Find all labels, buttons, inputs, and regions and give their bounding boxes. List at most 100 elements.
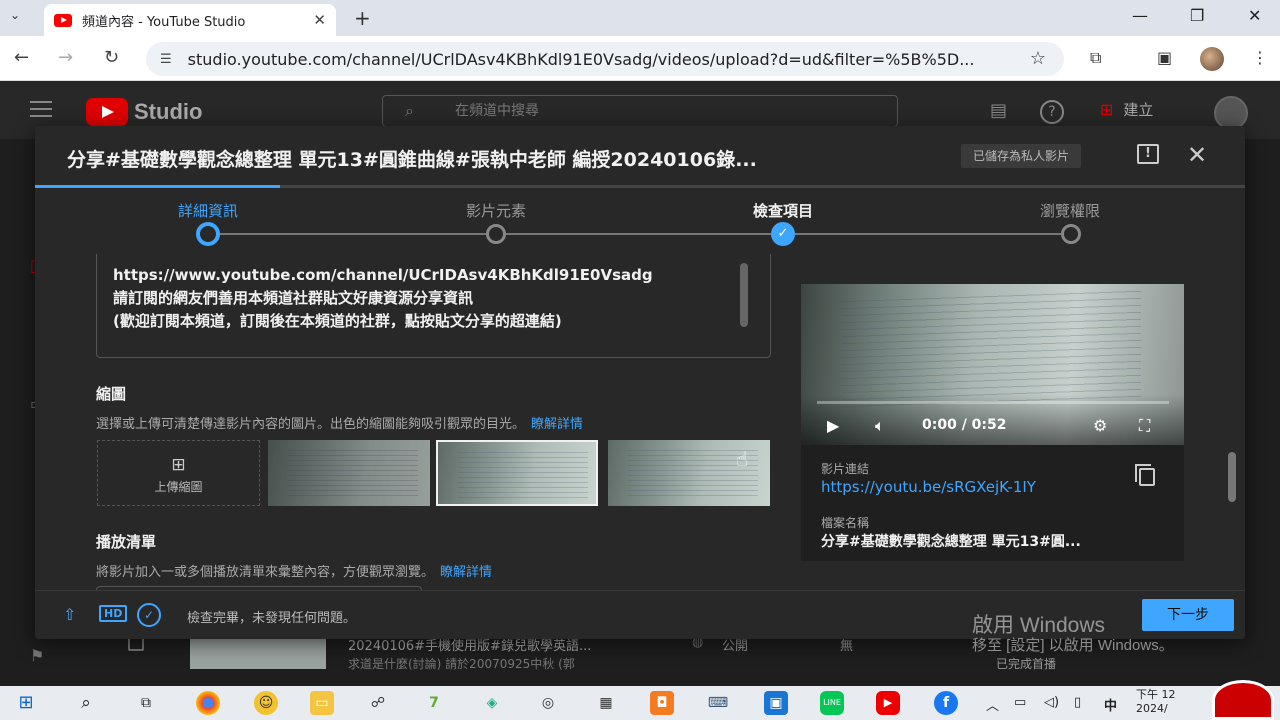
app-photos-icon[interactable]: ▦ — [594, 691, 618, 715]
dialog-scrollbar[interactable] — [1228, 452, 1236, 502]
video-progress-bar[interactable] — [817, 401, 1169, 404]
playlist-learn-more-link[interactable]: 瞭解詳情 — [440, 565, 492, 580]
thumbnail-option-2-selected[interactable] — [436, 440, 598, 506]
feedback-icon[interactable]: ! — [1137, 144, 1159, 164]
app-7zip-icon[interactable]: 7 — [422, 691, 446, 715]
step-visibility-dot[interactable] — [1061, 224, 1081, 244]
volume-icon[interactable]: 🔈︎ — [875, 416, 885, 436]
line-app-icon[interactable]: LINE — [820, 691, 844, 715]
step-checks-done-icon[interactable]: ✓ — [771, 222, 795, 246]
thumbnail-section-subtitle: 選擇或上傳可清楚傳達影片內容的圖片。出色的縮圖能夠吸引觀眾的目光。 瞭解詳情 — [96, 413, 583, 432]
create-label: 建立 — [1123, 101, 1154, 119]
channel-search-input[interactable]: ⌕ 在頻道中搜尋 — [382, 95, 898, 127]
playlist-section-title: 播放清單 — [96, 533, 157, 551]
forward-icon[interactable]: → — [58, 47, 73, 68]
browser-toolbar: ← → ↻ ☰ studio.youtube.com/channel/UCrlD… — [0, 36, 1280, 81]
dialog-title: 分享#基礎數學觀念總整理 單元13#圓錐曲線#張執中老師 編授20240106錄… — [67, 149, 757, 171]
create-button[interactable]: ⊞ 建立 — [1100, 99, 1153, 120]
facebook-taskbar-icon[interactable]: f — [934, 691, 958, 715]
channel-avatar[interactable] — [1214, 96, 1248, 130]
tab-search-chevron-icon[interactable]: ⌄ — [10, 8, 20, 22]
fullscreen-icon[interactable]: ⛶ — [1139, 416, 1150, 436]
step-video-elements-dot[interactable] — [486, 224, 506, 244]
comments-icon[interactable]: ▤ — [990, 100, 1007, 121]
browser-menu-icon[interactable]: ⋮ — [1252, 48, 1268, 67]
playlist-subtitle-text: 將影片加入一或多個播放清單來彙整內容，方便觀眾瀏覽。 — [96, 565, 435, 580]
youtube-favicon-icon — [54, 13, 72, 27]
step-visibility[interactable]: 瀏覽權限 — [1000, 200, 1140, 221]
upload-dialog: 分享#基礎數學觀念總整理 單元13#圓錐曲線#張執中老師 編授20240106錄… — [35, 126, 1245, 639]
saved-private-badge: 已儲存為私人影片 — [961, 144, 1082, 168]
restore-icon[interactable]: ❐ — [1190, 6, 1204, 25]
app-remote-icon[interactable]: ⌨ — [706, 691, 730, 715]
bookmark-star-icon[interactable]: ☆ — [1030, 48, 1046, 69]
app-obs-icon[interactable]: ◎ — [536, 691, 560, 715]
play-icon[interactable]: ▶ — [827, 416, 839, 435]
app-desktop-icon[interactable]: ▣ — [764, 691, 788, 715]
step-details-current-dot[interactable] — [196, 222, 220, 246]
thumbnail-learn-more-link[interactable]: 瞭解詳情 — [531, 417, 583, 432]
tray-battery-icon[interactable]: ▯ — [1074, 695, 1081, 710]
window-close-icon[interactable]: ✕ — [1248, 6, 1261, 25]
chrome-taskbar-icon[interactable] — [196, 691, 220, 715]
video-time: 0:00 / 0:52 — [922, 417, 1007, 433]
youtube-taskbar-icon[interactable]: ▶ — [876, 691, 900, 715]
checks-complete-icon[interactable]: ✓ — [137, 603, 161, 627]
back-icon[interactable]: ← — [14, 47, 29, 68]
step-details[interactable]: 詳細資訊 — [138, 200, 278, 221]
tab-close-icon[interactable]: ✕ — [313, 11, 326, 29]
reload-icon[interactable]: ↻ — [104, 47, 119, 68]
taskbar-search-icon[interactable]: ⌕ — [74, 691, 98, 715]
step-video-elements[interactable]: 影片元素 — [426, 200, 566, 221]
dialog-close-icon[interactable]: ✕ — [1187, 141, 1207, 169]
description-textarea[interactable]: https://www.youtube.com/channel/UCrIDAsv… — [96, 254, 771, 358]
search-placeholder: 在頻道中搜尋 — [455, 103, 539, 119]
settings-gear-icon[interactable]: ⚙ — [1093, 416, 1107, 435]
stepper-line — [208, 233, 1070, 235]
start-windows-icon[interactable]: ⊞ — [14, 691, 38, 715]
file-explorer-icon[interactable]: ▭ — [310, 691, 334, 715]
site-info-icon[interactable]: ☰ — [160, 52, 172, 67]
tray-network-icon[interactable]: ▭ — [1014, 695, 1026, 710]
youtube-logo-icon — [86, 98, 128, 126]
description-line: https://www.youtube.com/channel/UCrIDAsv… — [113, 266, 653, 284]
hand-cursor-icon: ☝ — [736, 447, 749, 471]
upload-status-icon[interactable]: ⇧ — [63, 605, 76, 624]
create-video-icon: ⊞ — [1100, 100, 1114, 119]
tray-volume-icon[interactable]: ◁) — [1044, 695, 1059, 710]
thumbnail-option-1[interactable] — [268, 440, 430, 506]
profile-avatar[interactable] — [1200, 47, 1224, 71]
app-emoji-icon[interactable]: ☺ — [254, 691, 278, 715]
studio-logo[interactable]: Studio — [86, 98, 202, 126]
description-scrollbar[interactable] — [740, 263, 748, 327]
row-status: 已完成首播 — [996, 657, 1057, 671]
browser-tab[interactable]: 頻道內容 - YouTube Studio ✕ — [44, 4, 336, 36]
minimize-icon[interactable]: — — [1132, 6, 1148, 25]
task-view-icon[interactable]: ⧉ — [134, 691, 158, 715]
search-icon: ⌕ — [405, 101, 414, 120]
help-icon[interactable]: ? — [1040, 100, 1064, 124]
next-button[interactable]: 下一步 — [1142, 599, 1234, 631]
step-checks[interactable]: 檢查項目 — [713, 200, 853, 221]
side-panel-icon[interactable]: ▣ — [1157, 48, 1172, 67]
new-tab-icon[interactable]: + — [354, 6, 371, 30]
app-network-icon[interactable]: ◈ — [480, 691, 504, 715]
url-text: studio.youtube.com/channel/UCrlDAsv4KBhK… — [187, 49, 975, 69]
address-bar[interactable]: ☰ studio.youtube.com/channel/UCrlDAsv4KB… — [146, 42, 1064, 76]
app-people-icon[interactable]: ☍ — [366, 691, 390, 715]
ime-indicator[interactable]: 中 — [1104, 695, 1117, 714]
upload-thumbnail-button[interactable]: ⊞ 上傳縮圖 — [97, 440, 260, 506]
sidebar-feedback-icon[interactable]: ⚑ — [30, 646, 44, 665]
copy-link-icon[interactable] — [1135, 464, 1155, 486]
extensions-icon[interactable]: ⧉ — [1090, 48, 1101, 68]
upload-thumbnail-label: 上傳縮圖 — [154, 480, 203, 494]
description-line: 請訂閱的網友們善用本頻道社群貼文好康資源分享資訊 — [113, 289, 474, 307]
tray-chevron-icon[interactable]: ︿ — [986, 695, 999, 714]
video-link[interactable]: https://youtu.be/sRGXejK-1IY — [821, 478, 1036, 496]
hd-processing-icon[interactable]: HD — [99, 605, 128, 622]
row-description: 求道是什麼(討論) 請於20070925中秋 (郭 — [348, 657, 575, 671]
hamburger-menu-icon[interactable] — [30, 101, 52, 117]
app-camera-icon[interactable]: ◘ — [650, 691, 674, 715]
taskbar-clock[interactable]: 下午 12 2024/ — [1136, 688, 1176, 716]
thumbnail-subtitle-text: 選擇或上傳可清楚傳達影片內容的圖片。出色的縮圖能夠吸引觀眾的目光。 — [96, 417, 526, 432]
